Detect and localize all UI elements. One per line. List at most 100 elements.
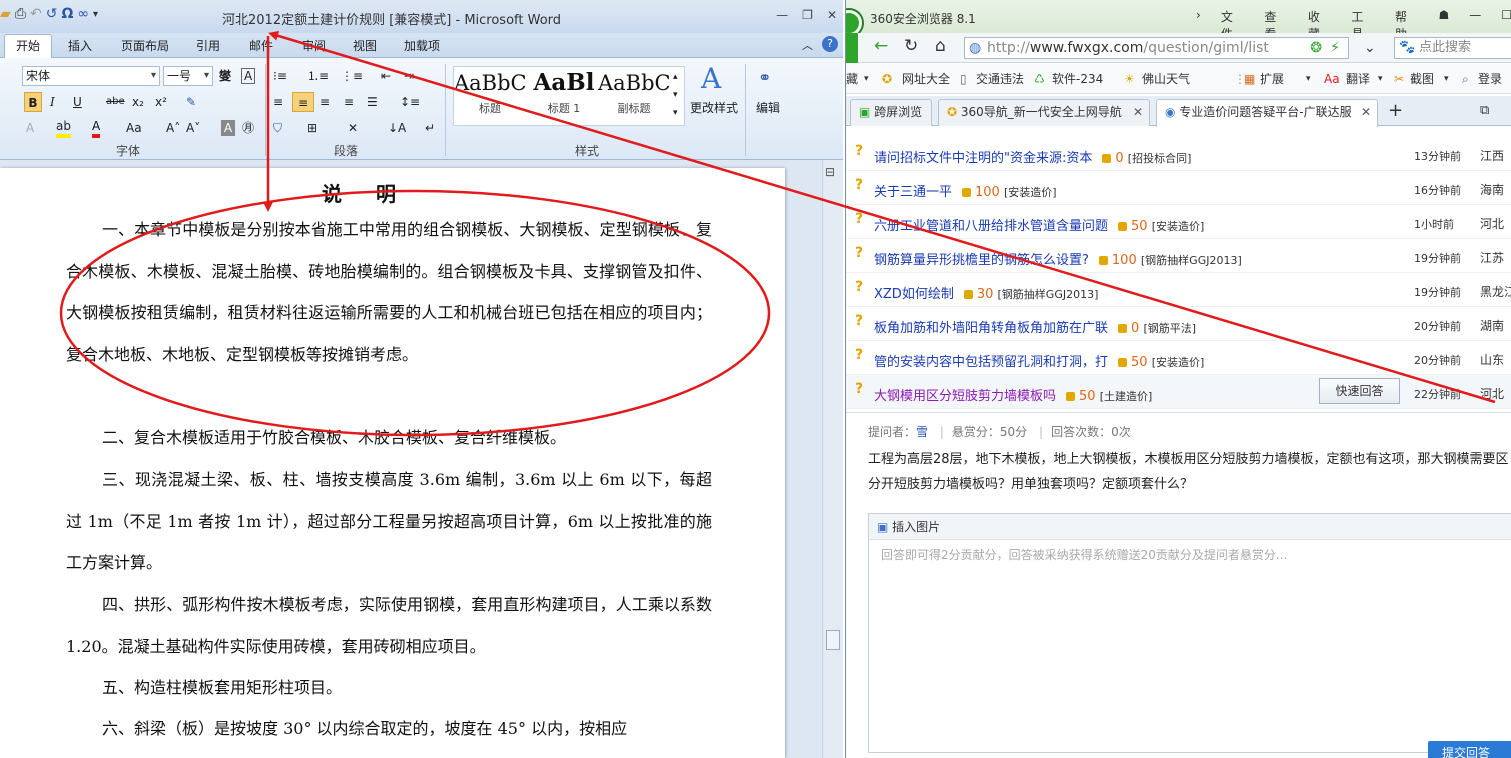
minimize-icon[interactable]: —: [776, 8, 788, 22]
ruler-toggle-icon[interactable]: ⊟: [825, 165, 835, 179]
question-link[interactable]: 六册工业管道和八册给排水管道含量问题 50 [安装造价]: [874, 215, 1204, 234]
font-color-icon[interactable]: A: [92, 118, 101, 138]
close-tab-icon[interactable]: ✕: [1358, 100, 1371, 124]
symbol-omega-icon[interactable]: Ω: [61, 6, 73, 22]
question-link[interactable]: 大钢模用区分短肢剪力墙模板吗 50 [土建造价]: [874, 385, 1152, 404]
chevron-down-icon[interactable]: ▾: [864, 64, 869, 94]
tab-page-layout[interactable]: 页面布局: [121, 37, 169, 54]
chevron-down-icon[interactable]: ▾: [1306, 64, 1311, 94]
increase-indent-icon[interactable]: ⇥: [404, 66, 414, 86]
redo-icon[interactable]: ↺: [46, 6, 58, 22]
vertical-scrollbar[interactable]: [822, 160, 843, 758]
decrease-indent-icon[interactable]: ⇤: [381, 66, 391, 86]
question-row[interactable]: ? 管的安装内容中包括预留孔洞和打洞，打 50 [安装造价] 20分钟前 山东: [846, 341, 1511, 375]
editing-button[interactable]: 编辑: [756, 98, 780, 118]
sort-icon[interactable]: ↓A: [388, 118, 406, 138]
question-row[interactable]: ? 请问招标文件中注明的"资金来源:资本 0 [招投标合同] 13分钟前 江西: [846, 137, 1511, 171]
restore-icon[interactable]: ❐: [802, 8, 813, 22]
chevron-down-icon[interactable]: ▾: [1378, 64, 1383, 94]
question-row[interactable]: ? 板角加筋和外墙阳角转角板角加筋在广联 0 [钢筋平法] 20分钟前 湖南: [846, 307, 1511, 341]
back-icon[interactable]: ←: [874, 36, 888, 56]
close-tab-icon[interactable]: ✕: [1133, 100, 1143, 124]
submit-answer-button[interactable]: 提交回答: [1428, 741, 1511, 758]
binoculars-icon[interactable]: ⚭: [758, 68, 771, 88]
equation-icon[interactable]: ∞: [77, 6, 89, 22]
change-styles-icon[interactable]: A: [701, 62, 721, 95]
bold-button[interactable]: B: [24, 92, 42, 112]
question-row[interactable]: ? XZD如何绘制30 [钢筋抽样GGJ2013] 19分钟前 黑龙江: [846, 273, 1511, 307]
show-marks-icon[interactable]: ↵: [425, 118, 435, 138]
translate-button[interactable]: 翻译: [1346, 64, 1370, 94]
question-link[interactable]: 钢筋算量异形挑檐里的钢筋怎么设置? 100 [钢筋抽样GGJ2013]: [874, 249, 1242, 268]
borders-icon[interactable]: ⊞: [307, 118, 317, 138]
align-center-icon[interactable]: ≡: [292, 92, 314, 112]
question-row[interactable]: ? 钢筋算量异形挑檐里的钢筋怎么设置? 100 [钢筋抽样GGJ2013] 19分…: [846, 239, 1511, 273]
chevron-down-icon[interactable]: ▾: [1444, 64, 1449, 94]
bookmark-traffic[interactable]: 交通违法: [976, 64, 1024, 94]
subscript-button[interactable]: x₂: [132, 92, 144, 112]
refresh-icon[interactable]: ↻: [904, 36, 918, 56]
restore-tabs-icon[interactable]: ⧉: [1472, 99, 1496, 126]
help-icon[interactable]: ?: [822, 36, 838, 52]
image-icon[interactable]: ▣: [877, 520, 888, 534]
style-heading-1[interactable]: AaBl 标题 1: [528, 66, 600, 124]
align-right-icon[interactable]: ≡: [320, 92, 330, 112]
style-title[interactable]: AaBbC 标题: [454, 66, 527, 124]
underline-button[interactable]: U: [73, 92, 82, 112]
shading-icon[interactable]: ⛉: [273, 118, 282, 138]
superscript-button[interactable]: x²: [155, 92, 167, 112]
bookmark-partial[interactable]: 藏: [846, 64, 858, 94]
shrink-font-icon[interactable]: A˅: [186, 118, 200, 138]
bookmark-software[interactable]: 软件-234: [1052, 64, 1103, 94]
font-name-select[interactable]: 宋体: [22, 66, 160, 86]
tab-review[interactable]: 审阅: [302, 37, 326, 54]
tab-home[interactable]: 开始: [4, 34, 52, 58]
customize-qat-icon[interactable]: ▾: [93, 9, 98, 20]
tab-view[interactable]: 视图: [353, 37, 377, 54]
tab-references[interactable]: 引用: [196, 37, 220, 54]
question-link[interactable]: 管的安装内容中包括预留孔洞和打洞，打 50 [安装造价]: [874, 351, 1204, 370]
strikethrough-button[interactable]: abe: [106, 92, 125, 112]
insert-image-button[interactable]: 插入图片: [892, 520, 940, 534]
char-shading-icon[interactable]: A: [221, 120, 235, 136]
answer-editor[interactable]: ▣ 插入图片 回答即可得2分贡献分，回答被采纳获得系统赠送20贡献分及提问者悬赏…: [868, 513, 1511, 753]
quick-answer-button[interactable]: 快速回答: [1319, 378, 1400, 404]
tab-mailings[interactable]: 邮件: [249, 37, 273, 54]
numbering-icon[interactable]: ⒈≡: [307, 66, 329, 86]
tab-360-nav[interactable]: ✪ 360导航_新一代安全上网导航 ✕: [938, 99, 1150, 126]
undo-icon[interactable]: ↶: [30, 6, 42, 22]
tab-glodon-qa[interactable]: ◉ 专业造价问题答疑平台-广联达服 ✕: [1156, 99, 1378, 127]
phonetic-guide-icon[interactable]: 燮: [219, 66, 231, 86]
question-link[interactable]: 请问招标文件中注明的"资金来源:资本 0 [招投标合同]: [874, 147, 1191, 166]
tab-insert[interactable]: 插入: [68, 37, 92, 54]
change-styles-button[interactable]: 更改样式: [690, 98, 738, 118]
change-case-icon[interactable]: Aa: [126, 118, 142, 138]
question-row[interactable]: ? 关于三通一平 100 [安装造价] 16分钟前 海南: [846, 171, 1511, 205]
address-dropdown-icon[interactable]: ⌄: [1364, 40, 1376, 56]
grow-font-icon[interactable]: A˄: [166, 118, 180, 138]
italic-button[interactable]: I: [50, 92, 55, 112]
text-effect-icon[interactable]: A: [26, 118, 34, 138]
speed-mode-icon[interactable]: ⚡: [1330, 38, 1340, 58]
home-icon[interactable]: ⌂: [935, 36, 946, 56]
bookmark-weather[interactable]: 佛山天气: [1142, 64, 1190, 94]
highlight-icon[interactable]: ab: [56, 118, 71, 138]
style-subtitle[interactable]: AaBbC 副标题: [598, 66, 671, 124]
security-shield-icon[interactable]: ❂: [1310, 38, 1322, 58]
font-size-select[interactable]: 一号: [163, 66, 213, 86]
distributed-icon[interactable]: ☰: [367, 92, 378, 112]
print-icon[interactable]: ⎙: [15, 6, 26, 22]
new-tab-icon[interactable]: +: [1382, 99, 1408, 126]
open-folder-icon[interactable]: ▰: [0, 6, 11, 22]
bullets-icon[interactable]: ⁝≡: [273, 66, 287, 86]
enclosed-char-icon[interactable]: ㊊: [242, 118, 254, 138]
close-icon[interactable]: ✕: [827, 8, 837, 22]
address-bar[interactable]: ◍ http://www.fwxgx.com/question/giml/lis…: [964, 37, 1349, 59]
minimize-ribbon-icon[interactable]: ︿: [802, 37, 813, 53]
question-row-selected[interactable]: ? 大钢模用区分短肢剪力墙模板吗 50 [土建造价] 快速回答 22分钟前 河北: [846, 375, 1511, 409]
search-box[interactable]: 🐾 点此搜索: [1394, 37, 1511, 59]
line-spacing-icon[interactable]: ↕≡: [400, 92, 420, 112]
question-row[interactable]: ? 六册工业管道和八册给排水管道含量问题 50 [安装造价] 1小时前 河北: [846, 205, 1511, 239]
asker-link[interactable]: 雪: [916, 425, 928, 439]
char-border-icon[interactable]: A: [241, 68, 256, 84]
